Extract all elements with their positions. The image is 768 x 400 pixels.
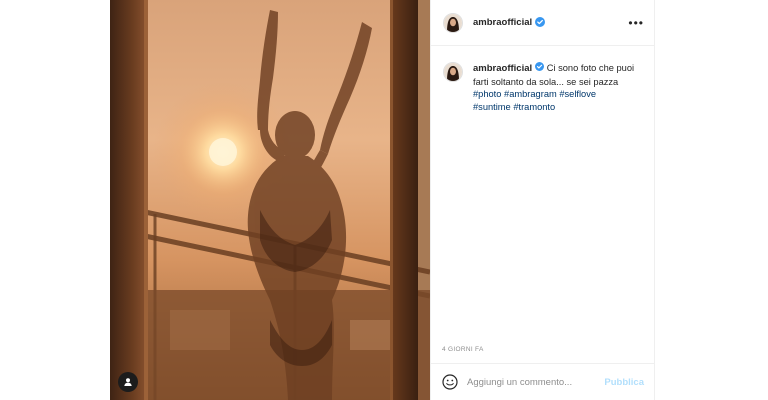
author-username[interactable]: ambraofficial (473, 17, 532, 28)
comment-input[interactable] (467, 376, 587, 388)
hashtag-link[interactable]: #selflove (559, 89, 596, 99)
avatar-image (444, 63, 462, 81)
verified-badge-icon (535, 62, 545, 75)
caption-username[interactable]: ambraofficial (473, 63, 532, 74)
post-caption: ambraofficial Ci sono foto che puoi fart… (443, 62, 642, 113)
comment-bar: Pubblica (431, 363, 654, 400)
hashtag-link[interactable]: #ambragram (504, 89, 557, 99)
hashtag-link[interactable]: #suntime (473, 102, 511, 112)
hashtag-link[interactable]: #tramonto (513, 102, 555, 112)
verified-badge-icon (535, 14, 546, 32)
post-header: ambraofficial ••• (431, 0, 654, 46)
user-tag-icon (124, 378, 132, 386)
post-photo[interactable] (110, 0, 430, 400)
post-timestamp[interactable]: 4 GIORNI FA (442, 346, 484, 353)
instagram-post-embed: ambraofficial ••• ambraofficial Ci sono … (0, 0, 768, 400)
emoji-icon[interactable] (442, 374, 458, 390)
publish-button[interactable]: Pubblica (604, 377, 644, 388)
post-details-panel: ambraofficial ••• ambraofficial Ci sono … (430, 0, 655, 400)
avatar-image (444, 13, 462, 32)
caption-text-block: ambraofficial Ci sono foto che puoi fart… (473, 62, 642, 113)
tagged-user-button[interactable] (118, 372, 138, 392)
caption-author-avatar[interactable] (443, 62, 463, 82)
more-options-icon[interactable]: ••• (628, 16, 644, 30)
hashtag-link[interactable]: #photo (473, 89, 501, 99)
author-avatar[interactable] (443, 12, 463, 33)
sunset-window-photo (110, 0, 430, 400)
